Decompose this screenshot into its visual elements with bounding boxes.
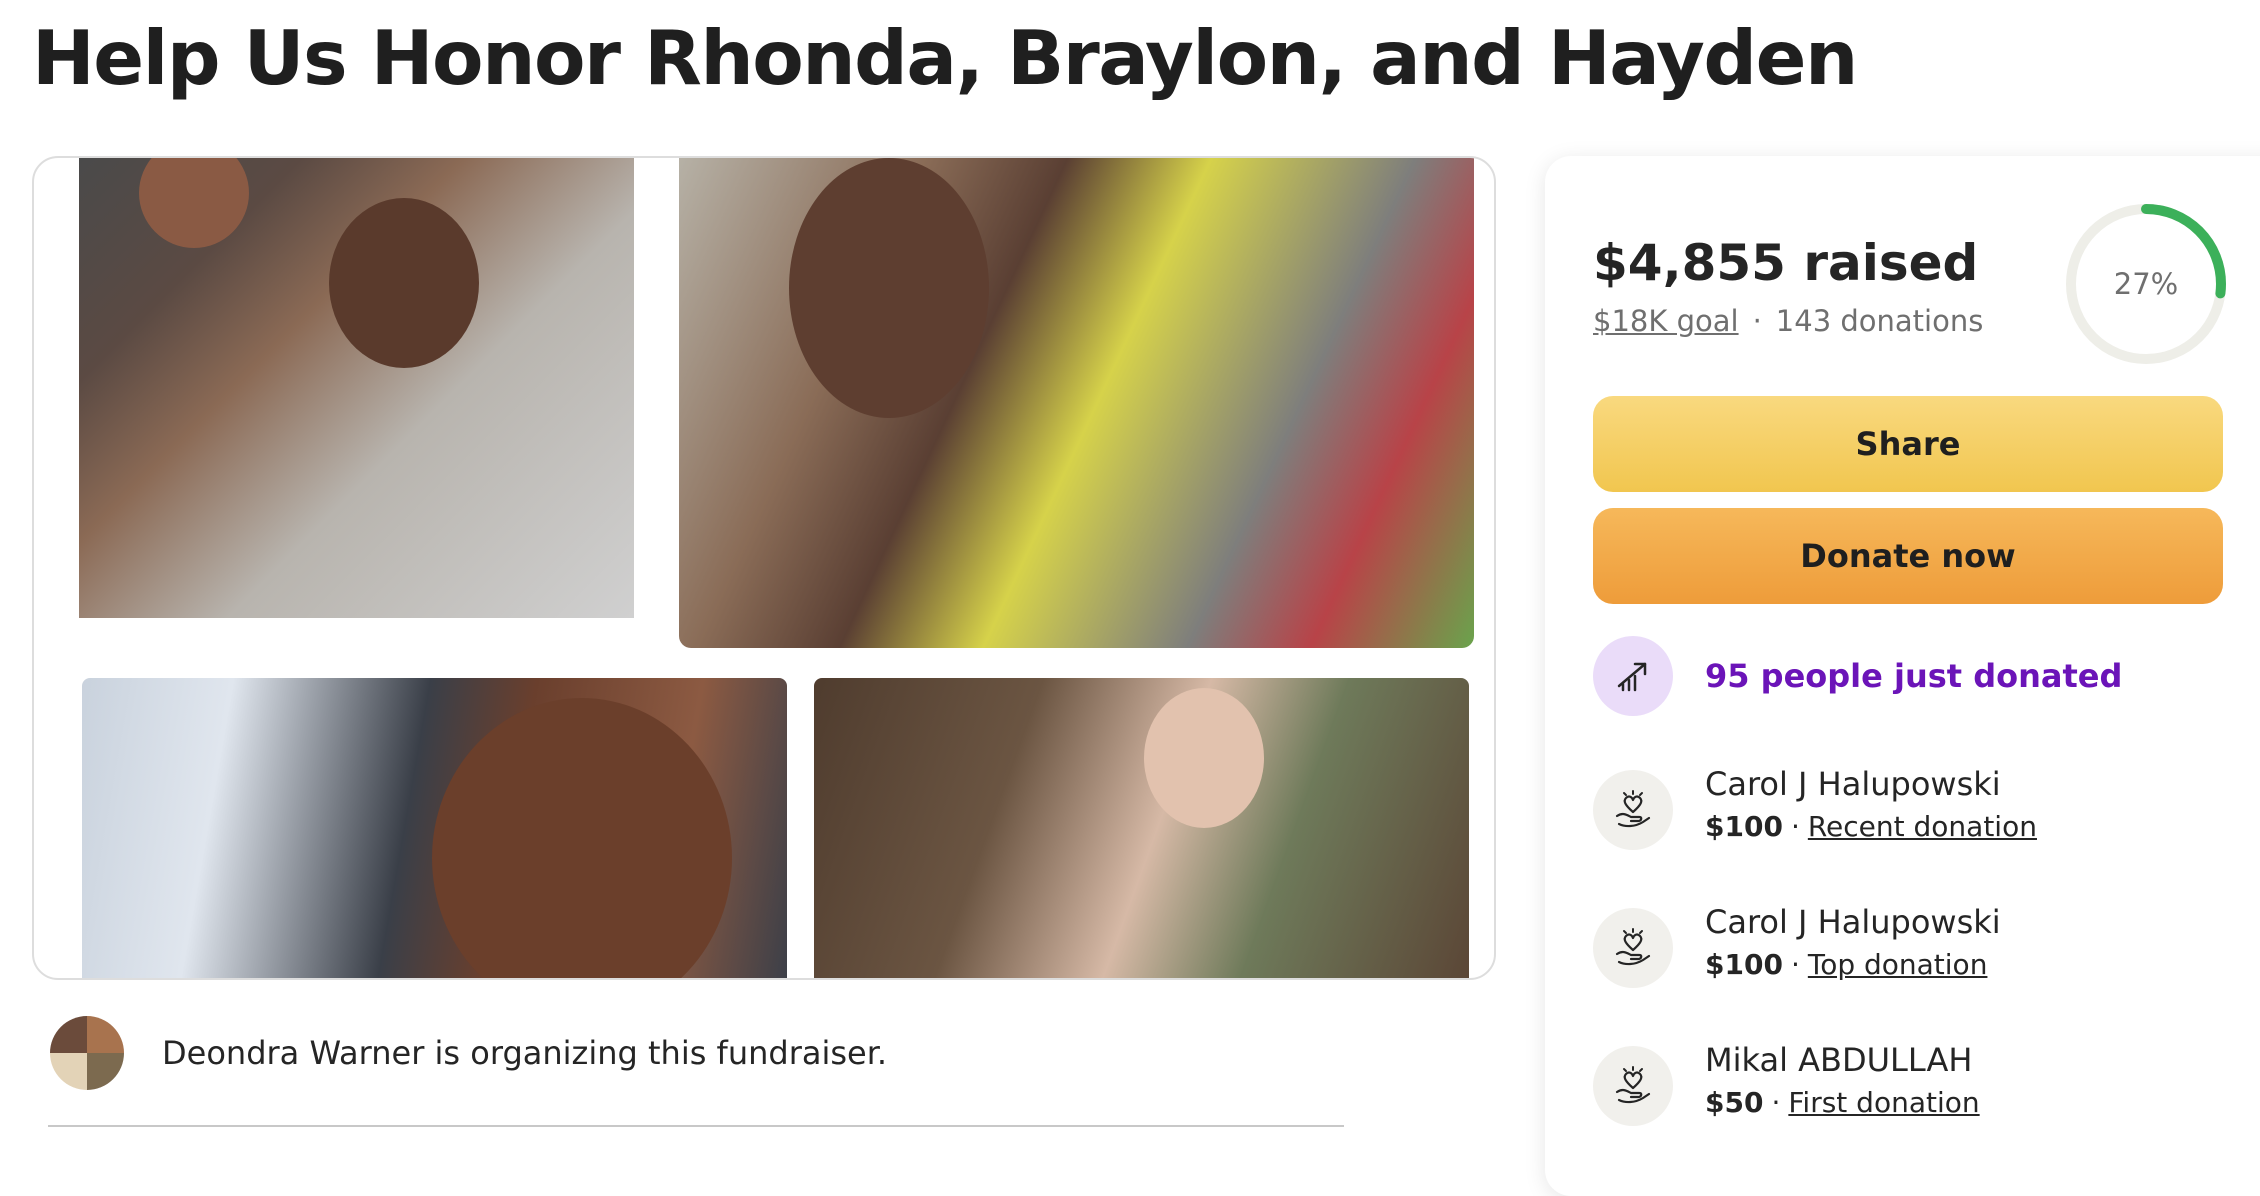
- donation-tag-link[interactable]: Top donation: [1808, 948, 1988, 981]
- separator-dot: ·: [1790, 810, 1800, 843]
- donation-card: $4,855 raised $18K goal · 143 donations 27…: [1545, 156, 2260, 1196]
- donor-name: Carol J Halupowski: [1705, 903, 2001, 941]
- donation-amount: $100: [1705, 810, 1783, 843]
- separator-dot: ·: [1790, 948, 1800, 981]
- donation-meta: $100 · Top donation: [1705, 948, 2001, 981]
- page-title: Help Us Honor Rhonda, Braylon, and Hayde…: [32, 14, 1858, 102]
- share-button[interactable]: Share: [1593, 396, 2223, 492]
- heart-in-hand-icon: [1593, 770, 1673, 850]
- divider: [48, 1125, 1344, 1127]
- trending-row: 95 people just donated: [1593, 636, 2122, 716]
- donation-amount: $50: [1705, 1086, 1764, 1119]
- photo-woman-and-child: [79, 158, 634, 618]
- photo-smiling-boy: [82, 678, 787, 978]
- donor-name: Mikal ABDULLAH: [1705, 1041, 1973, 1079]
- photo-woman-with-glasses: [679, 158, 1474, 648]
- trending-up-icon: [1593, 636, 1673, 716]
- donate-now-button[interactable]: Donate now: [1593, 508, 2223, 604]
- donation-count: 143 donations: [1775, 304, 1984, 338]
- goal-link[interactable]: $18K goal: [1593, 304, 1739, 338]
- photo-baby: [814, 678, 1469, 978]
- donation-item: Carol J Halupowski $100 · Top donation: [1593, 902, 2001, 988]
- donation-amount: $100: [1705, 948, 1783, 981]
- donation-item: Mikal ABDULLAH $50 · First donation: [1593, 1040, 1980, 1126]
- photo-collage[interactable]: [32, 156, 1496, 980]
- heart-in-hand-icon: [1593, 1046, 1673, 1126]
- donor-name: Carol J Halupowski: [1705, 765, 2001, 803]
- heart-in-hand-icon: [1593, 908, 1673, 988]
- donation-meta: $100 · Recent donation: [1705, 810, 2037, 843]
- progress-percent: 27%: [2113, 267, 2179, 301]
- amount-raised: $4,855 raised: [1593, 234, 1979, 292]
- organizer-avatar[interactable]: [50, 1016, 124, 1090]
- donation-tag-link[interactable]: First donation: [1788, 1086, 1979, 1119]
- donation-meta: $50 · First donation: [1705, 1086, 1980, 1119]
- organizer-row: Deondra Warner is organizing this fundra…: [50, 1016, 887, 1090]
- separator-dot: ·: [1771, 1086, 1781, 1119]
- goal-line: $18K goal · 143 donations: [1593, 304, 1983, 338]
- donation-tag-link[interactable]: Recent donation: [1808, 810, 2037, 843]
- trending-text: 95 people just donated: [1705, 657, 2123, 695]
- organizer-text: Deondra Warner is organizing this fundra…: [162, 1034, 888, 1072]
- donation-item: Carol J Halupowski $100 · Recent donation: [1593, 764, 2037, 850]
- separator-dot: ·: [1752, 304, 1762, 338]
